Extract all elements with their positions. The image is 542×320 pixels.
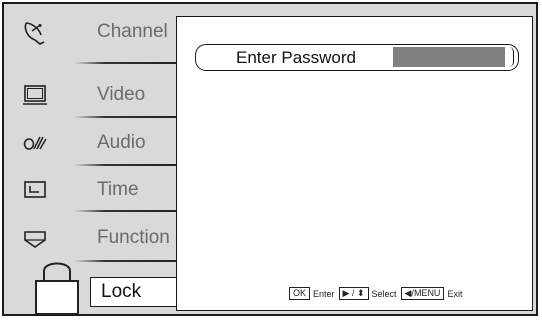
lock-icon xyxy=(34,257,80,315)
menu-item-function[interactable]: Function xyxy=(4,220,179,260)
password-label: Enter Password xyxy=(236,48,356,67)
menu-divider xyxy=(74,116,177,118)
menu-divider xyxy=(74,164,177,166)
function-icon xyxy=(22,226,48,252)
password-row-cap xyxy=(509,47,514,67)
ok-key: OK xyxy=(289,287,311,300)
menu-item-label: Lock xyxy=(101,281,142,302)
menu-item-label: Video xyxy=(97,84,146,105)
monitor-icon xyxy=(22,83,48,109)
menu-item-lock[interactable]: Lock xyxy=(90,277,176,307)
menu-item-video[interactable]: Video xyxy=(4,77,179,117)
nav-hint-text: Select xyxy=(371,288,397,299)
key-hint-bar: OK Enter ▶ / ⬍ Select ◀/MENU Exit xyxy=(289,287,466,300)
menu-item-label: Function xyxy=(97,227,170,248)
menu-divider xyxy=(74,210,177,212)
menu-item-label: Audio xyxy=(97,132,146,153)
menu-item-channel[interactable]: Channel xyxy=(4,14,179,54)
osd-menu-frame: Channel Video Audio Time Function Lock E… xyxy=(2,2,538,316)
clock-icon xyxy=(22,178,48,204)
password-input[interactable] xyxy=(393,47,505,67)
password-row: Enter Password xyxy=(195,44,519,71)
menu-item-label: Channel xyxy=(97,21,168,42)
menu-divider xyxy=(74,62,177,64)
exit-key: ◀/MENU xyxy=(400,287,445,300)
satellite-dish-icon xyxy=(22,20,48,46)
menu-item-audio[interactable]: Audio xyxy=(4,125,179,165)
ok-hint-text: Enter xyxy=(313,288,335,299)
audio-icon xyxy=(22,131,48,157)
lock-panel: Enter Password OK Enter ▶ / ⬍ Select ◀/M… xyxy=(176,16,533,311)
nav-key: ▶ / ⬍ xyxy=(338,287,369,300)
exit-hint-text: Exit xyxy=(447,288,463,299)
menu-item-time[interactable]: Time xyxy=(4,172,179,212)
menu-item-label: Time xyxy=(97,179,139,200)
menu-divider xyxy=(74,260,177,262)
